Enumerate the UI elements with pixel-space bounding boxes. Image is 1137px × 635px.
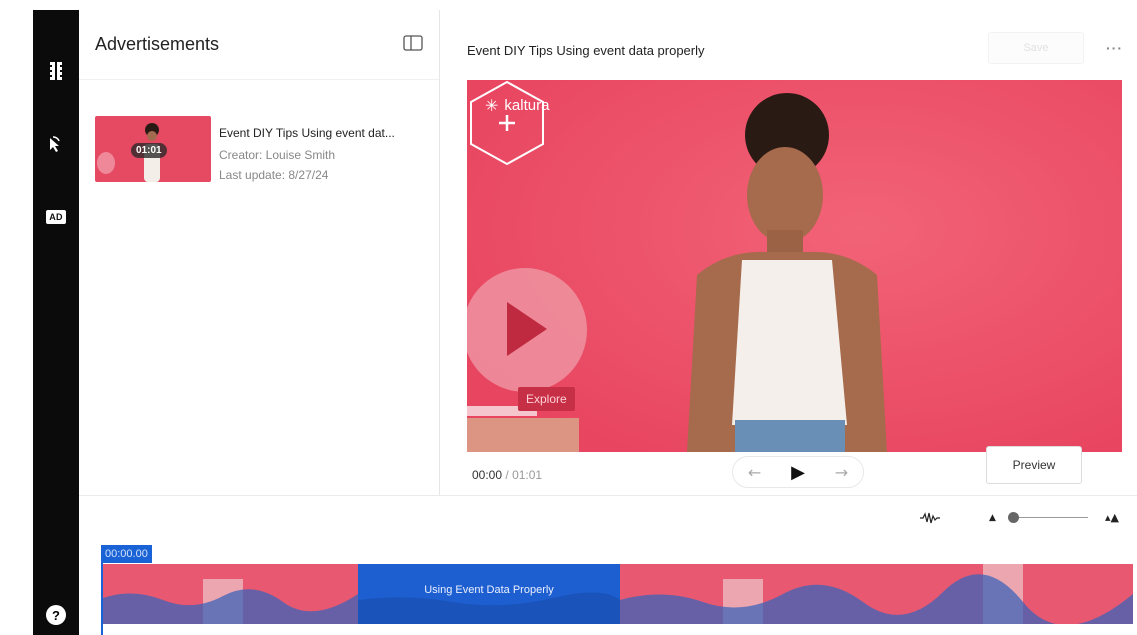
ad-title: Event DIY Tips Using event dat... [219, 126, 395, 140]
ad-thumbnail: 01:01 [95, 116, 211, 182]
cursor-click-icon[interactable] [33, 130, 79, 160]
ad-list-item[interactable]: 01:01 Event DIY Tips Using event dat... … [95, 116, 425, 186]
preview-button[interactable]: Preview [986, 446, 1082, 484]
timeline-track[interactable]: Using Event Data Properly [103, 564, 1133, 624]
left-rail: AD ? [33, 10, 79, 635]
more-options-icon[interactable]: ··· [1106, 40, 1123, 56]
playhead-timestamp: 00:00.00 [101, 545, 152, 563]
ad-icon[interactable]: AD [33, 202, 79, 232]
film-strip-icon[interactable] [33, 56, 79, 86]
thumbnail-play-icon [97, 152, 115, 174]
time-display: 00:00 / 01:01 [472, 468, 542, 482]
time-separator: / [505, 468, 509, 482]
waveform-icon[interactable] [919, 511, 941, 525]
ad-duration-badge: 01:01 [131, 143, 167, 158]
ads-panel-header: Advertisements [79, 10, 439, 80]
zoom-slider-handle[interactable] [1008, 512, 1019, 523]
zoom-in-icon[interactable]: ▴▲ [1105, 511, 1119, 524]
total-time: 01:01 [512, 468, 543, 482]
editor-panel: Event DIY Tips Using event data properly… [441, 10, 1137, 495]
save-button[interactable]: Save [988, 32, 1084, 64]
help-icon[interactable]: ? [33, 600, 79, 630]
playback-controls: ← ▶ → [732, 456, 864, 488]
panel-layout-icon[interactable] [403, 35, 423, 51]
explore-overlay-button[interactable]: Explore [518, 387, 575, 411]
ad-icon-label: AD [46, 210, 66, 224]
zoom-out-icon[interactable]: ▲ [989, 513, 996, 523]
add-hotspot-icon[interactable] [467, 80, 547, 166]
play-icon[interactable]: ▶ [791, 462, 805, 483]
video-player[interactable]: ✳ kaltura Explore [467, 80, 1122, 452]
ad-creator: Creator: Louise Smith [219, 148, 336, 162]
arrow-right-icon[interactable]: → [835, 463, 848, 482]
app-root: AD ? Advertisements 01:01 Event DIY Tips… [0, 0, 1137, 635]
timeline-panel: ▲ ▴▲ 00:00.00 Using Event Data Properly [79, 495, 1137, 635]
arrow-left-icon[interactable]: ← [748, 463, 761, 482]
advertisements-panel: Advertisements 01:01 Event DIY Tips Usin… [79, 10, 440, 495]
ad-last-update: Last update: 8/27/24 [219, 168, 329, 182]
ad-meta: Event DIY Tips Using event dat... Creato… [219, 126, 425, 182]
help-icon-label: ? [46, 605, 66, 625]
ads-panel-title: Advertisements [95, 34, 220, 54]
timeline-clip-label: Using Event Data Properly [424, 584, 554, 596]
current-time: 00:00 [472, 468, 503, 482]
zoom-slider-track[interactable] [1008, 517, 1088, 518]
editor-title: Event DIY Tips Using event data properly [467, 43, 705, 58]
